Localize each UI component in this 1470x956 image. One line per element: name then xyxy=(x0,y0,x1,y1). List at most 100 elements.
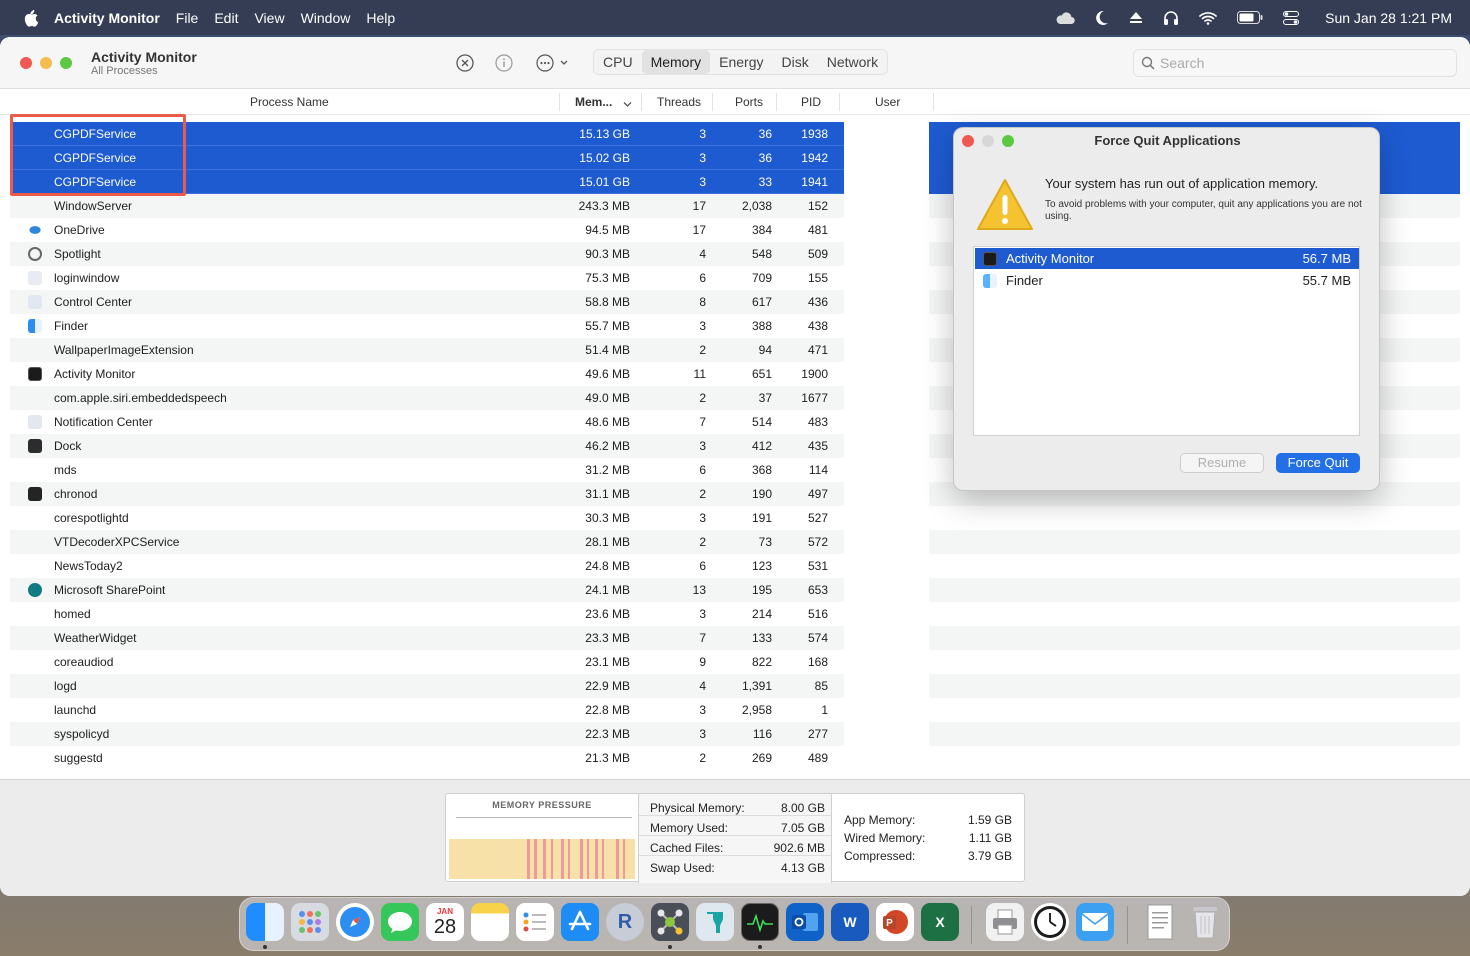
sort-chevron-down-icon[interactable] xyxy=(623,97,632,111)
apple-menu-icon[interactable] xyxy=(18,9,42,27)
process-name: homed xyxy=(54,607,91,621)
table-row[interactable]: WallpaperImageExtension 51.4 MB 2 94 471 xyxy=(10,338,844,362)
column-header-threads[interactable]: Threads xyxy=(657,95,701,109)
trash-icon[interactable] xyxy=(1186,903,1224,941)
pid-cell: 471 xyxy=(807,343,828,357)
table-row[interactable]: Notification Center 48.6 MB 7 514 483 xyxy=(10,410,844,434)
tab-energy[interactable]: Energy xyxy=(710,50,772,74)
table-row[interactable]: VTDecoderXPCService 28.1 MB 2 73 572 xyxy=(10,530,844,554)
finder-icon[interactable] xyxy=(246,903,284,941)
force-quit-button[interactable]: Force Quit xyxy=(1276,453,1360,473)
printer-icon[interactable] xyxy=(986,903,1024,941)
stretchly-icon[interactable] xyxy=(696,903,734,941)
minimize-window-button[interactable] xyxy=(40,57,52,69)
eject-icon[interactable] xyxy=(1129,11,1143,25)
close-window-button[interactable] xyxy=(20,57,32,69)
tab-network[interactable]: Network xyxy=(818,50,887,74)
tab-disk[interactable]: Disk xyxy=(772,50,817,74)
moon-icon[interactable] xyxy=(1095,10,1109,26)
zoom-window-button[interactable] xyxy=(60,57,72,69)
excel-icon[interactable]: X xyxy=(921,903,959,941)
battery-icon[interactable] xyxy=(1237,11,1263,24)
table-row[interactable]: NewsToday2 24.8 MB 6 123 531 xyxy=(10,554,844,578)
outlook-icon[interactable] xyxy=(786,903,824,941)
table-row[interactable]: WindowServer 243.3 MB 17 2,038 152 xyxy=(10,194,844,218)
launchpad-icon[interactable] xyxy=(291,903,329,941)
search-input[interactable] xyxy=(1160,55,1440,71)
more-actions-icon[interactable] xyxy=(536,54,570,72)
process-name: WindowServer xyxy=(54,199,133,213)
toolbar: Activity Monitor All Processes CPU Memor… xyxy=(0,37,1470,89)
control-center-icon[interactable] xyxy=(1283,10,1300,25)
table-row[interactable]: Microsoft SharePoint 24.1 MB 13 195 653 xyxy=(10,578,844,602)
table-row[interactable]: syspolicyd 22.3 MB 3 116 277 xyxy=(10,722,844,746)
table-row[interactable]: loginwindow 75.3 MB 6 709 155 xyxy=(10,266,844,290)
resume-button[interactable]: Resume xyxy=(1180,453,1264,473)
table-row[interactable]: mds 31.2 MB 6 368 114 xyxy=(10,458,844,482)
table-row[interactable]: Activity Monitor 49.6 MB 11 651 1900 xyxy=(10,362,844,386)
table-row[interactable]: homed 23.6 MB 3 214 516 xyxy=(10,602,844,626)
table-row[interactable]: Dock 46.2 MB 3 412 435 xyxy=(10,434,844,458)
menu-file[interactable]: File xyxy=(176,10,199,26)
table-row[interactable]: corespotlightd 30.3 MB 3 191 527 xyxy=(10,506,844,530)
info-icon[interactable] xyxy=(495,54,513,72)
menu-window[interactable]: Window xyxy=(301,10,351,26)
tab-cpu[interactable]: CPU xyxy=(594,50,642,74)
column-header-user[interactable]: User xyxy=(875,95,900,109)
app-memory-label: App Memory: xyxy=(844,813,916,827)
powerpoint-icon[interactable]: P xyxy=(876,903,914,941)
app-list-item[interactable]: Activity Monitor 56.7 MB xyxy=(975,248,1359,269)
table-row[interactable]: com.apple.siri.embeddedspeech 49.0 MB 2 37 1… xyxy=(10,386,844,410)
mail-icon[interactable] xyxy=(1076,903,1114,941)
memory-cell: 23.3 MB xyxy=(585,631,630,645)
column-header-memory[interactable]: Mem... xyxy=(575,95,612,109)
threads-cell: 4 xyxy=(699,679,706,693)
messages-icon[interactable] xyxy=(381,903,419,941)
table-row[interactable]: Spotlight 90.3 MB 4 548 509 xyxy=(10,242,844,266)
reminders-icon[interactable] xyxy=(516,903,554,941)
tab-memory[interactable]: Memory xyxy=(641,50,711,74)
column-header-pid[interactable]: PID xyxy=(801,95,821,109)
threads-cell: 3 xyxy=(699,703,706,717)
table-row[interactable]: suggestd 21.3 MB 2 269 489 xyxy=(10,746,844,770)
headphones-icon[interactable] xyxy=(1163,10,1179,26)
running-indicator xyxy=(668,945,672,949)
word-icon[interactable]: W xyxy=(831,903,869,941)
pid-cell: 481 xyxy=(807,223,828,237)
app-list-item[interactable]: Finder 55.7 MB xyxy=(975,270,1359,291)
menu-edit[interactable]: Edit xyxy=(214,10,238,26)
calendar-icon[interactable]: JAN 28 xyxy=(426,903,464,941)
table-row[interactable]: launchd 22.8 MB 3 2,958 1 xyxy=(10,698,844,722)
stop-process-icon[interactable] xyxy=(456,54,474,72)
table-row[interactable]: coreaudiod 23.1 MB 9 822 168 xyxy=(10,650,844,674)
table-row[interactable]: chronod 31.1 MB 2 190 497 xyxy=(10,482,844,506)
menu-help[interactable]: Help xyxy=(366,10,395,26)
table-row[interactable]: OneDrive 94.5 MB 17 384 481 xyxy=(10,218,844,242)
warning-icon xyxy=(976,178,1034,235)
molecule-app-icon[interactable] xyxy=(651,903,689,941)
memory-cell: 31.2 MB xyxy=(585,463,630,477)
r-icon[interactable]: R xyxy=(606,903,644,941)
activity-monitor-icon[interactable] xyxy=(741,903,779,941)
wifi-icon[interactable] xyxy=(1199,11,1217,25)
highlight-box xyxy=(10,114,186,196)
document-icon[interactable] xyxy=(1141,903,1179,941)
menu-view[interactable]: View xyxy=(254,10,284,26)
safari-icon[interactable] xyxy=(336,903,374,941)
notes-icon[interactable] xyxy=(471,903,509,941)
pressure-stripe xyxy=(570,839,580,879)
column-header-ports[interactable]: Ports xyxy=(735,95,763,109)
clock-icon[interactable] xyxy=(1031,903,1069,941)
app-store-icon[interactable] xyxy=(561,903,599,941)
table-row[interactable]: Finder 55.7 MB 3 388 438 xyxy=(10,314,844,338)
icloud-icon[interactable] xyxy=(1055,11,1075,25)
menu-app-name[interactable]: Activity Monitor xyxy=(54,10,160,26)
table-row[interactable]: logd 22.9 MB 4 1,391 85 xyxy=(10,674,844,698)
table-row[interactable]: Control Center 58.8 MB 8 617 436 xyxy=(10,290,844,314)
column-header-process-name[interactable]: Process Name xyxy=(250,95,329,109)
menubar-clock[interactable]: Sun Jan 28 1:21 PM xyxy=(1325,10,1452,26)
threads-cell: 7 xyxy=(699,415,706,429)
memory-pressure-graph xyxy=(449,839,635,879)
activity-monitor-icon xyxy=(28,367,42,381)
table-row[interactable]: WeatherWidget 23.3 MB 7 133 574 xyxy=(10,626,844,650)
